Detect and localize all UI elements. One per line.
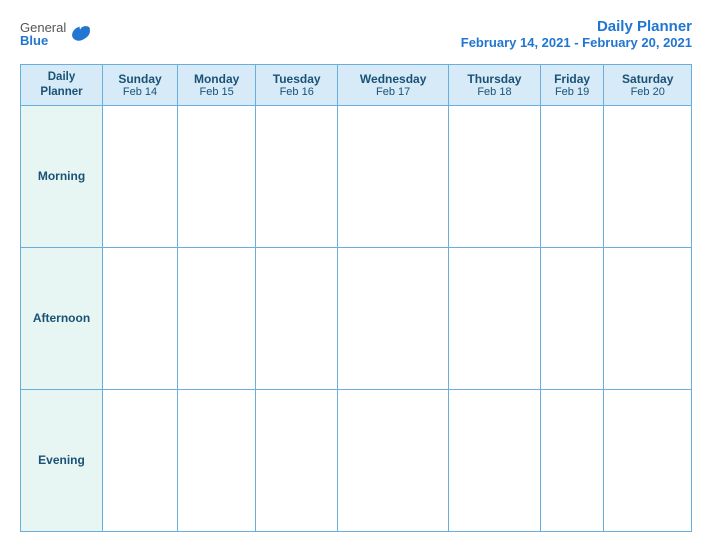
- cell-monday-evening[interactable]: [178, 389, 256, 531]
- row-label-evening: Evening: [21, 389, 103, 531]
- table-row-afternoon: Afternoon: [21, 247, 692, 389]
- cell-friday-morning[interactable]: [540, 105, 604, 247]
- cell-saturday-evening[interactable]: [604, 389, 692, 531]
- table-header-monday: Monday Feb 15: [178, 65, 256, 106]
- cell-sunday-morning[interactable]: [103, 105, 178, 247]
- logo-bird-icon: [70, 25, 92, 43]
- cell-saturday-morning[interactable]: [604, 105, 692, 247]
- row-label-afternoon: Afternoon: [21, 247, 103, 389]
- table-header-label: DailyPlanner: [21, 65, 103, 106]
- cell-tuesday-morning[interactable]: [256, 105, 338, 247]
- row-label-morning: Morning: [21, 105, 103, 247]
- cell-thursday-evening[interactable]: [449, 389, 541, 531]
- cell-thursday-afternoon[interactable]: [449, 247, 541, 389]
- table-row-morning: Morning: [21, 105, 692, 247]
- table-row-evening: Evening: [21, 389, 692, 531]
- table-header-sunday: Sunday Feb 14: [103, 65, 178, 106]
- title-area: Daily Planner February 14, 2021 - Februa…: [461, 18, 692, 50]
- cell-wednesday-evening[interactable]: [338, 389, 449, 531]
- cell-monday-morning[interactable]: [178, 105, 256, 247]
- table-header-friday: Friday Feb 19: [540, 65, 604, 106]
- header: General Blue Daily Planner February 14, …: [20, 18, 692, 50]
- table-header-saturday: Saturday Feb 20: [604, 65, 692, 106]
- calendar-date-range: February 14, 2021 - February 20, 2021: [461, 35, 692, 50]
- logo-area: General Blue: [20, 21, 92, 47]
- logo-blue: Blue: [20, 34, 66, 47]
- cell-tuesday-afternoon[interactable]: [256, 247, 338, 389]
- cell-saturday-afternoon[interactable]: [604, 247, 692, 389]
- cell-tuesday-evening[interactable]: [256, 389, 338, 531]
- calendar-table: DailyPlanner Sunday Feb 14 Monday Feb 15…: [20, 64, 692, 532]
- cell-monday-afternoon[interactable]: [178, 247, 256, 389]
- table-header-wednesday: Wednesday Feb 17: [338, 65, 449, 106]
- calendar-title: Daily Planner: [461, 18, 692, 35]
- cell-friday-evening[interactable]: [540, 389, 604, 531]
- cell-friday-afternoon[interactable]: [540, 247, 604, 389]
- page: General Blue Daily Planner February 14, …: [0, 0, 712, 550]
- cell-wednesday-morning[interactable]: [338, 105, 449, 247]
- cell-sunday-evening[interactable]: [103, 389, 178, 531]
- cell-thursday-morning[interactable]: [449, 105, 541, 247]
- cell-sunday-afternoon[interactable]: [103, 247, 178, 389]
- table-header-tuesday: Tuesday Feb 16: [256, 65, 338, 106]
- cell-wednesday-afternoon[interactable]: [338, 247, 449, 389]
- table-header-thursday: Thursday Feb 18: [449, 65, 541, 106]
